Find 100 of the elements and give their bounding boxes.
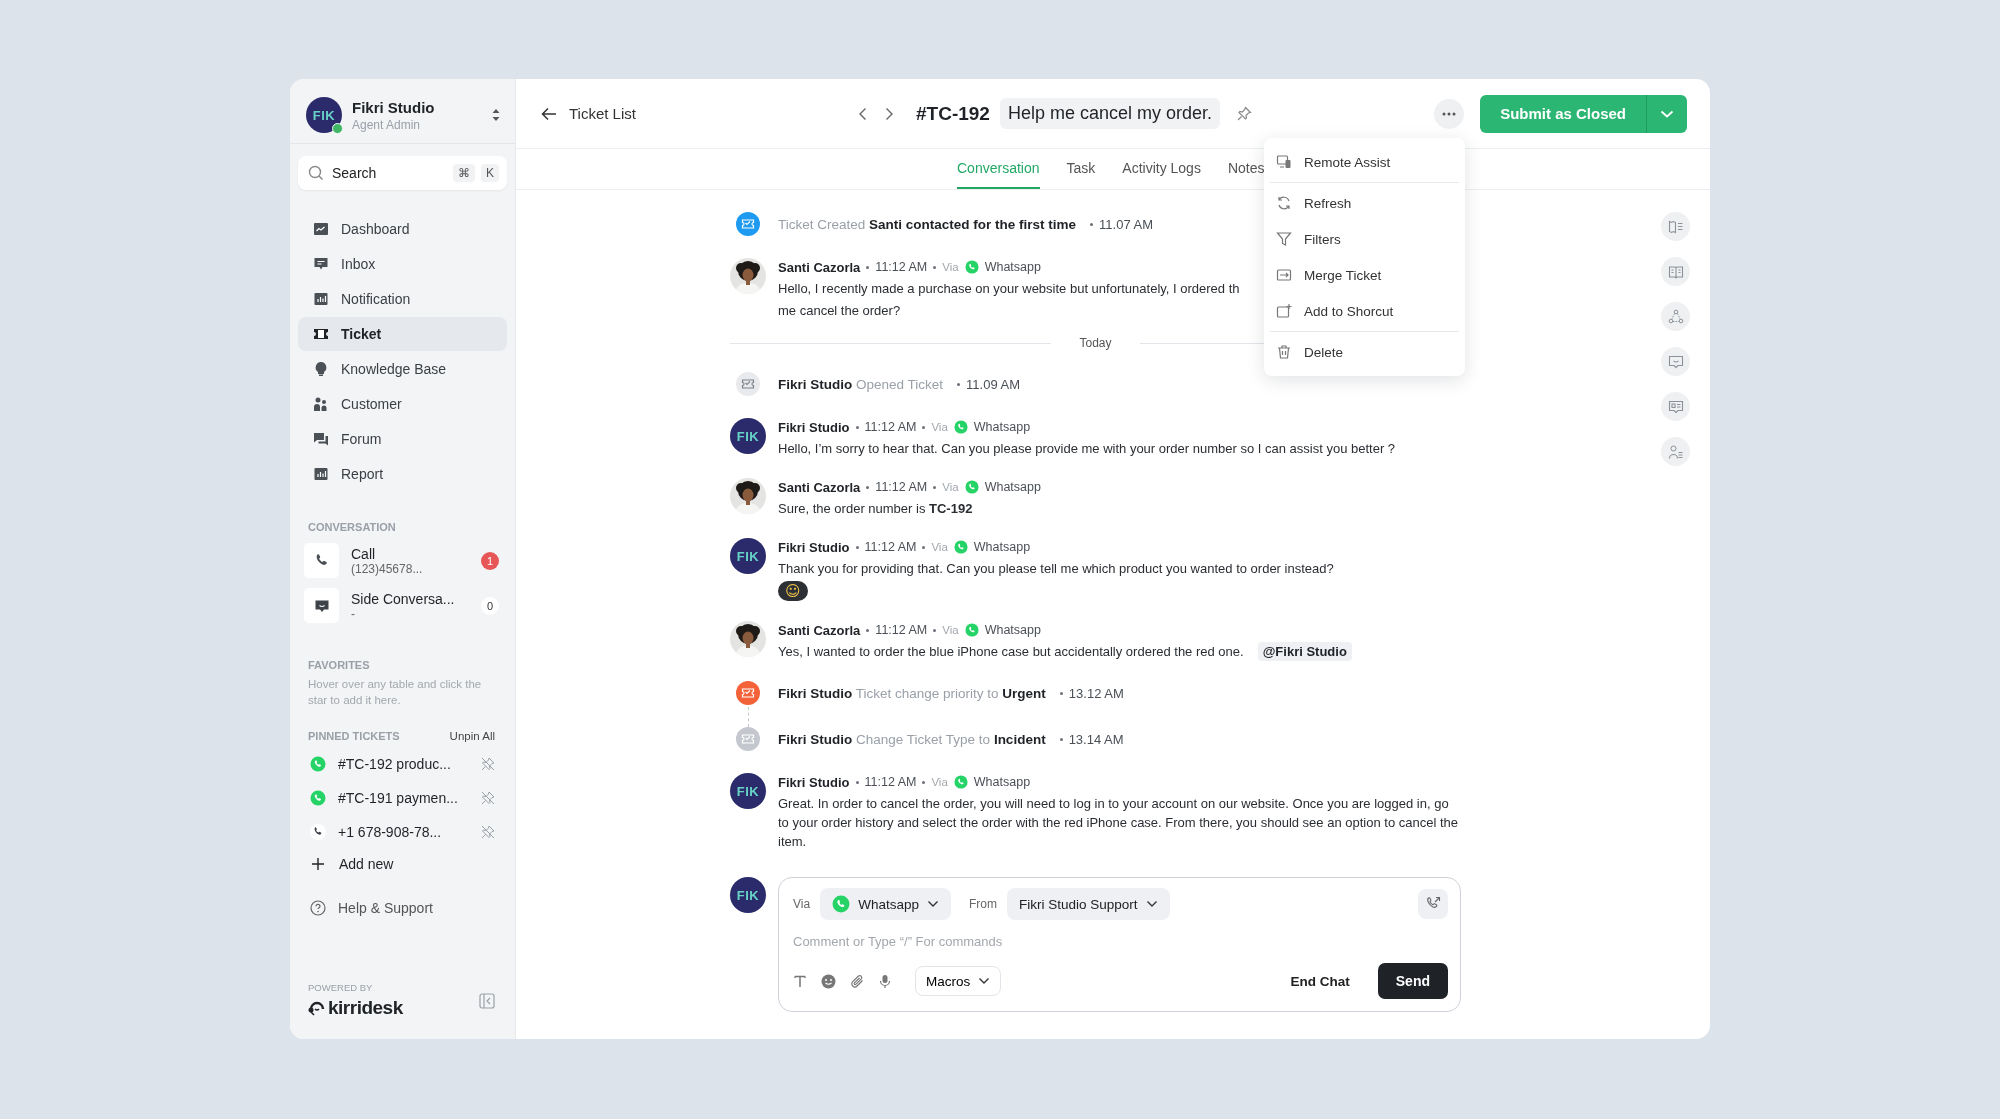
nav-item[interactable]: Dashboard — [298, 212, 507, 246]
menu-item[interactable]: Remote Assist — [1270, 144, 1459, 180]
pin-icon[interactable] — [1236, 105, 1252, 122]
unpin-icon[interactable] — [481, 791, 495, 806]
nodes-icon[interactable] — [1661, 302, 1690, 331]
message-text: Yes, I wanted to order the blue iPhone case but accidentally ordered the red one. — [778, 643, 1244, 661]
message-time: 11:12 AM — [875, 623, 928, 637]
author-name: Fikri Studio — [778, 419, 850, 435]
menu-item[interactable]: Merge Ticket — [1270, 257, 1459, 293]
event-text: Ticket Created Santi contacted for the first time — [778, 216, 1077, 232]
text-format-icon[interactable] — [793, 974, 807, 988]
menu-item[interactable]: Filters — [1270, 221, 1459, 257]
event-time: 11.09 AM — [966, 376, 1021, 392]
via-label: Via — [793, 897, 811, 911]
nav-item[interactable]: Forum — [298, 422, 507, 456]
end-chat-button[interactable]: End Chat — [1284, 972, 1356, 990]
ticket-subject[interactable]: Help me cancel my order. — [999, 98, 1220, 129]
pinned-ticket[interactable]: +1 678-908-78... — [310, 820, 495, 845]
phone-bubble-icon — [310, 756, 326, 773]
menu-item[interactable]: Delete — [1270, 334, 1459, 370]
tab[interactable]: Notes — [1227, 149, 1265, 189]
more-button[interactable] — [1434, 98, 1465, 129]
dropdown-button[interactable] — [1647, 94, 1687, 133]
message-text: Hello, I’m sorry to hear that. Can you please provide me with your order number so I can assist you better ? — [778, 440, 1397, 458]
chat-bubble-icon[interactable] — [1661, 347, 1690, 376]
tab[interactable]: Task — [1066, 149, 1096, 189]
message-time: 11:12 AM — [875, 260, 928, 274]
headset-icon — [308, 1000, 326, 1016]
phone-icon — [310, 824, 326, 841]
back-link[interactable]: Ticket List — [541, 105, 858, 122]
brand-name: kirridesk — [328, 997, 403, 1019]
bar-chart-icon — [313, 291, 329, 307]
conversation-item[interactable]: Call (123)45678... 1 — [304, 543, 499, 578]
chevron-right-icon[interactable] — [884, 106, 894, 121]
merge-icon — [1276, 267, 1292, 283]
nav-item[interactable]: Customer — [298, 387, 507, 421]
unpin-icon[interactable] — [481, 825, 495, 840]
author-name: Santi Cazorla — [778, 259, 861, 275]
nav-item[interactable]: Report — [298, 457, 507, 491]
channel-dropdown[interactable]: Whatsapp — [820, 888, 951, 920]
powered-by-label: POWERED BY — [308, 982, 374, 993]
call-button[interactable] — [1418, 889, 1448, 919]
nav-item[interactable]: Ticket — [298, 317, 507, 351]
bulb-icon — [313, 361, 329, 377]
macros-dropdown[interactable]: Macros — [915, 966, 1002, 996]
nav-item[interactable]: Notification — [298, 282, 507, 316]
via-label: Via — [931, 421, 948, 433]
phone-bubble-icon — [964, 623, 979, 637]
user-list-icon[interactable] — [1661, 437, 1690, 466]
collapse-sidebar-icon[interactable] — [479, 992, 495, 1009]
avatar: FIK — [730, 877, 766, 913]
via-label: Via — [942, 481, 959, 493]
chevron-down-icon — [926, 900, 939, 908]
emoji-reaction[interactable]: ☺ — [778, 581, 808, 601]
ticket-icon — [313, 326, 329, 342]
chevron-down-icon — [1145, 900, 1158, 908]
phone-bubble-icon — [832, 895, 851, 913]
tab[interactable]: Activity Logs — [1122, 149, 1201, 189]
unpin-all-link[interactable]: Unpin All — [449, 730, 495, 743]
plus-icon — [311, 857, 325, 872]
section-title: PINNED TICKETS — [308, 730, 400, 743]
add-new-button[interactable]: Add new — [311, 852, 507, 877]
send-button[interactable]: Send — [1377, 963, 1448, 999]
avatar: FIK — [306, 97, 342, 133]
message-text: Hello, I recently made a purchase on your website but unfortunately, I ordered th — [778, 280, 1240, 298]
attachment-icon[interactable] — [850, 973, 865, 989]
help-link[interactable]: Help & Support — [310, 900, 507, 917]
channel-name: Whatsapp — [984, 260, 1041, 274]
dashboard-icon — [313, 221, 329, 237]
pinned-ticket[interactable]: #TC-191 paymen... — [310, 786, 495, 811]
nav-item[interactable]: Inbox — [298, 247, 507, 281]
nav-item[interactable]: Knowledge Base — [298, 352, 507, 386]
conversation-subtitle: - — [351, 606, 356, 621]
menu-item[interactable]: Refresh — [1270, 185, 1459, 221]
date-divider-label: Today — [1079, 336, 1112, 350]
via-label: Via — [942, 261, 959, 273]
emoji-icon[interactable] — [821, 973, 836, 989]
phone-bubble-icon — [964, 480, 979, 494]
mention-tag[interactable]: @Fikri Studio — [1257, 642, 1352, 661]
favorites-hint: Hover over any table and click the star to add it here. — [308, 677, 483, 708]
ticket-id: #TC-192 — [916, 102, 990, 125]
ticket-list-icon[interactable] — [1661, 212, 1690, 241]
contact-card-icon[interactable] — [1661, 392, 1690, 421]
message-text: Great. In order to cancel the order, you will need to log in to your account on our website. Once you are logged in, go to your order history and select the order with the red iPhone case. From there, you should see an option to cancel the item. — [778, 795, 1459, 851]
channel-name: Whatsapp — [973, 420, 1031, 434]
help-icon — [310, 900, 326, 917]
conversation-item[interactable]: Side Conversa... - 0 — [304, 588, 499, 623]
menu-item[interactable]: Add to Shorcut — [1270, 293, 1459, 329]
filter-icon — [1276, 231, 1292, 247]
sort-arrows-icon[interactable] — [491, 108, 501, 122]
sender-dropdown[interactable]: Fikri Studio Support — [1006, 888, 1170, 920]
count-badge: 1 — [481, 551, 499, 570]
chevron-left-icon[interactable] — [858, 106, 868, 121]
from-label: From — [968, 897, 997, 911]
channel-name: Whatsapp — [973, 540, 1031, 554]
count-badge: 0 — [481, 596, 499, 615]
book-icon[interactable] — [1661, 257, 1690, 286]
unpin-icon[interactable] — [481, 757, 495, 772]
microphone-icon[interactable] — [879, 973, 891, 989]
pinned-ticket[interactable]: #TC-192 produc... — [310, 752, 495, 777]
